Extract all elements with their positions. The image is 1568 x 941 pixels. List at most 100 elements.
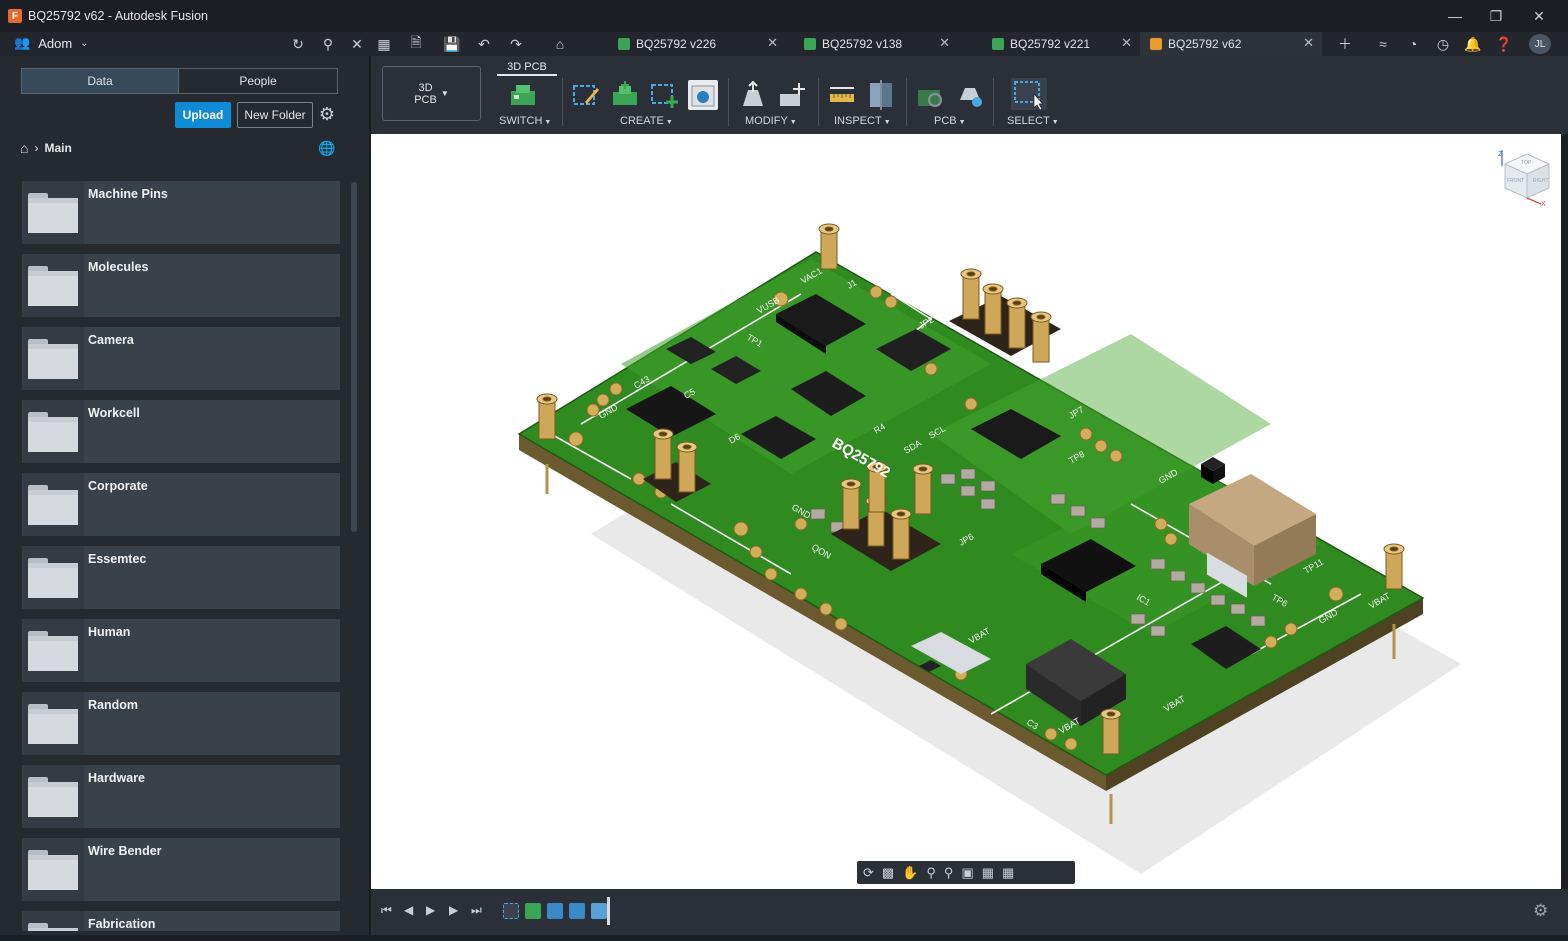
globe-icon[interactable]: 🌐 <box>318 140 335 157</box>
timeline-sketch-icon[interactable] <box>503 903 519 919</box>
select-group-label[interactable]: SELECT ▼ <box>1007 115 1059 127</box>
folder-item[interactable]: Camera <box>22 327 340 390</box>
job-status-icon[interactable]: ◔ <box>1403 34 1423 54</box>
timeline-board-icon[interactable] <box>525 903 541 919</box>
home-icon[interactable]: ⌂ <box>550 34 570 54</box>
press-pull-icon[interactable] <box>738 80 768 110</box>
extensions-icon[interactable]: ≈ <box>1373 34 1393 54</box>
modify-label: MODIFY <box>745 115 788 127</box>
workspace-switcher[interactable]: 3D PCB ▼ <box>382 66 481 121</box>
display-settings-icon[interactable]: ▣ <box>961 865 973 881</box>
refresh-icon[interactable]: ↻ <box>288 34 308 54</box>
pcb-3d-model[interactable]: BQ25792 VAC1 J1 VUSB JP2 TP1 GND R4 C43 … <box>371 134 1561 889</box>
file-menu-icon[interactable]: 🗎 <box>406 34 426 54</box>
home-icon[interactable]: ⌂ <box>20 140 28 156</box>
new-folder-button[interactable]: New Folder <box>237 102 313 128</box>
folder-item[interactable]: Hardware <box>22 765 340 828</box>
3d-doc-icon <box>1150 38 1162 50</box>
redo-icon[interactable]: ↷ <box>506 34 526 54</box>
step-back-icon[interactable]: ◀ <box>404 903 413 917</box>
folder-icon <box>28 558 78 598</box>
inspect-group-label[interactable]: INSPECT ▼ <box>834 115 891 127</box>
folder-item[interactable]: Human <box>22 619 340 682</box>
tab-3d-pcb[interactable]: 3D PCB <box>497 59 557 76</box>
new-tab-icon[interactable]: ＋ <box>1335 34 1355 54</box>
document-tab-2[interactable]: BQ25792 v138 ✕ <box>794 32 958 56</box>
pcb-group-label[interactable]: PCB ▼ <box>934 115 966 127</box>
folder-item[interactable]: Molecules <box>22 254 340 317</box>
create-region-icon[interactable] <box>649 80 679 110</box>
folder-name: Camera <box>88 333 134 347</box>
window-select-icon[interactable] <box>1011 78 1047 111</box>
go-to-end-icon[interactable]: ⏭ <box>471 903 482 918</box>
folder-item[interactable]: Machine Pins <box>22 181 340 244</box>
folder-item[interactable]: Fabrication <box>22 911 340 931</box>
folder-item[interactable]: Workcell <box>22 400 340 463</box>
save-icon[interactable]: 💾 <box>442 34 462 54</box>
play-icon[interactable]: ▶ <box>426 903 435 917</box>
folder-item[interactable]: Random <box>22 692 340 755</box>
step-forward-icon[interactable]: ▶ <box>449 903 458 917</box>
viewcube-axis-z: Z <box>1498 151 1503 158</box>
document-tab-active[interactable]: BQ25792 v62 ✕ <box>1140 32 1322 56</box>
close-tab-icon[interactable]: ✕ <box>939 35 950 51</box>
clock-icon[interactable]: ◷ <box>1433 34 1453 54</box>
search-icon[interactable]: ⚲ <box>318 34 338 54</box>
create-board-icon[interactable] <box>610 80 640 110</box>
close-tab-icon[interactable]: ✕ <box>767 35 778 51</box>
create-component-icon[interactable] <box>688 80 718 110</box>
close-tab-icon[interactable]: ✕ <box>1303 35 1314 51</box>
gear-icon[interactable]: ⚙ <box>317 104 337 124</box>
fit-icon[interactable]: ⚲ <box>944 865 954 881</box>
3d-viewport[interactable]: BQ25792 VAC1 J1 VUSB JP2 TP1 GND R4 C43 … <box>371 134 1561 889</box>
folder-item[interactable]: Essemtec <box>22 546 340 609</box>
team-switcher[interactable]: 👥 Adom ⌄ <box>14 35 89 51</box>
gear-icon[interactable]: ⚙ <box>1533 901 1548 921</box>
timeline-marker[interactable] <box>607 897 610 925</box>
timeline-feature-icon[interactable] <box>547 903 563 919</box>
document-tab-3[interactable]: BQ25792 v221 ✕ <box>982 32 1140 56</box>
upload-button[interactable]: Upload <box>175 102 231 128</box>
folder-item[interactable]: Corporate <box>22 473 340 536</box>
move-icon[interactable] <box>777 80 807 110</box>
viewcube[interactable]: Z X TOP FRONT RIGHT <box>1497 148 1557 208</box>
switch-group-label[interactable]: SWITCH ▼ <box>499 115 551 127</box>
close-window-icon[interactable]: ✕ <box>1518 0 1560 32</box>
zoom-icon[interactable]: ⚲ <box>926 865 936 881</box>
ribbon-toolbar: 3D PCB ▼ 3D PCB SWITCH ▼ CREATE ▼ MODIFY ▼ … <box>371 56 1568 134</box>
viewports-icon[interactable]: ▦ <box>1002 865 1014 881</box>
look-at-icon[interactable]: ▩ <box>882 865 894 881</box>
close-panel-icon[interactable]: ✕ <box>347 34 367 54</box>
data-panel: Data People Upload New Folder ⚙ ⌂ › Main… <box>0 56 370 941</box>
minimize-icon[interactable]: — <box>1434 0 1476 32</box>
section-analysis-icon[interactable] <box>866 80 896 110</box>
close-tab-icon[interactable]: ✕ <box>1121 35 1132 51</box>
document-tab-1[interactable]: BQ25792 v226 ✕ <box>608 32 786 56</box>
pan-icon[interactable]: ✋ <box>902 865 918 881</box>
restore-icon[interactable]: ❐ <box>1475 0 1517 32</box>
user-avatar[interactable]: JL <box>1529 34 1551 54</box>
folder-icon <box>28 266 78 306</box>
orbit-icon[interactable]: ⟳ <box>863 865 874 881</box>
segment-people[interactable]: People <box>178 68 338 94</box>
measure-icon[interactable] <box>827 80 857 110</box>
undo-icon[interactable]: ↶ <box>474 34 494 54</box>
segment-data[interactable]: Data <box>21 68 179 94</box>
create-group-label[interactable]: CREATE ▼ <box>620 115 673 127</box>
tab-label: BQ25792 v226 <box>636 37 717 51</box>
breadcrumb-current[interactable]: Main <box>44 141 71 155</box>
timeline-feature-icon[interactable] <box>569 903 585 919</box>
sketch-outline-icon[interactable] <box>571 80 601 110</box>
switch-to-board-icon[interactable] <box>508 80 538 110</box>
pcb-settings-icon[interactable] <box>955 80 985 110</box>
go-to-start-icon[interactable]: ⏮ <box>381 903 392 918</box>
timeline-component-icon[interactable] <box>591 903 607 919</box>
folder-item[interactable]: Wire Bender <box>22 838 340 901</box>
help-icon[interactable]: ❓ <box>1494 34 1514 54</box>
modify-group-label[interactable]: MODIFY ▼ <box>745 115 797 127</box>
grid-icon[interactable]: ▦ <box>982 865 994 881</box>
notifications-icon[interactable]: 🔔 <box>1463 34 1483 54</box>
app-grid-icon[interactable]: ▦ <box>374 34 394 54</box>
scrollbar[interactable] <box>351 182 357 532</box>
pcb-sync-icon[interactable] <box>915 80 945 110</box>
